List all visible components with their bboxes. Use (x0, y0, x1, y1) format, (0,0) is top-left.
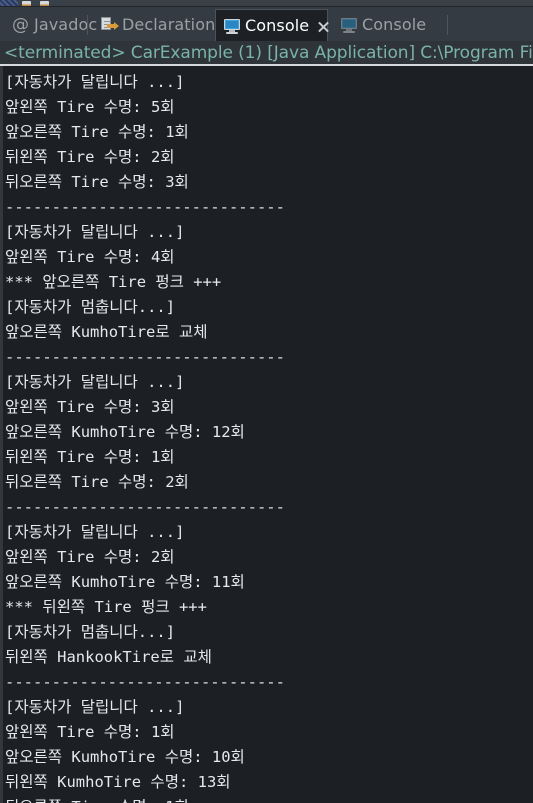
console-line: 뒤왼쪽 Tire 수명: 2회 (5, 148, 175, 166)
console-line: [자동차가 달립니다 ...] (5, 373, 185, 391)
javadoc-icon: @ (12, 14, 29, 35)
console-icon (224, 18, 240, 34)
console-line: 뒤왼쪽 KumhoTire 수명: 13회 (5, 773, 231, 791)
console-line: *** 뒤왼쪽 Tire 펑크 +++ (5, 598, 207, 616)
console-line: [자동차가 멈춥니다...] (5, 623, 176, 641)
toolbar-strip (0, 0, 533, 7)
console-line: [자동차가 달립니다 ...] (5, 523, 185, 541)
launch-configuration-bar: <terminated> CarExample (1) [Java Applic… (0, 41, 533, 65)
console-separator-line: ------------------------------ (5, 498, 285, 516)
tab-declaration[interactable]: Declaration (92, 9, 223, 41)
console-line: [자동차가 달립니다 ...] (5, 698, 185, 716)
console-line-list: [자동차가 달립니다 ...] 앞왼쪽 Tire 수명: 5회앞오른쪽 Tire … (3, 66, 533, 803)
console-line: 앞왼쪽 Tire 수명: 2회 (5, 548, 175, 566)
tab-console-secondary-label: Console (362, 15, 427, 34)
tab-console-secondary[interactable]: Console (333, 9, 434, 41)
console-line: 뒤오른쪽 Tire 수명: 1회 (5, 795, 533, 803)
view-tab-bar: @ Javadoc Declaration Console Console (0, 7, 533, 42)
console-line: [자동차가 달립니다 ...] (5, 73, 185, 91)
console-line: 앞오른쪽 KumhoTire로 교체 (5, 323, 208, 341)
tab-javadoc[interactable]: @ Javadoc (4, 9, 105, 41)
console-line: 앞왼쪽 Tire 수명: 1회 (5, 723, 175, 741)
console-output-area[interactable]: [자동차가 달립니다 ...] 앞왼쪽 Tire 수명: 5회앞오른쪽 Tire … (0, 66, 533, 803)
tab-console-label: Console (245, 16, 310, 35)
console-line: 뒤오른쪽 Tire 수명: 3회 (5, 173, 189, 191)
console-line: 앞오른쪽 KumhoTire 수명: 11회 (5, 573, 245, 591)
launch-configuration-label: <terminated> CarExample (1) [Java Applic… (4, 42, 533, 63)
console-separator-line: ------------------------------ (5, 348, 285, 366)
console-line: [자동차가 달립니다 ...] (5, 223, 185, 241)
console-line: 앞왼쪽 Tire 수명: 3회 (5, 398, 175, 416)
close-icon[interactable] (317, 20, 330, 33)
tab-declaration-label: Declaration (122, 15, 216, 34)
declaration-icon (100, 17, 119, 33)
tab-divider-1 (87, 15, 88, 35)
console-line: 앞오른쪽 KumhoTire 수명: 10회 (5, 748, 245, 766)
console-line: 뒤왼쪽 Tire 수명: 1회 (5, 448, 175, 466)
console-line: 뒤오른쪽 Tire 수명: 2회 (5, 473, 189, 491)
console-line: 앞오른쪽 Tire 수명: 1회 (5, 123, 189, 141)
console-separator-line: ------------------------------ (5, 673, 285, 691)
console-line: 앞오른쪽 KumhoTire 수명: 12회 (5, 423, 245, 441)
console-separator-line: ------------------------------ (5, 198, 285, 216)
console-line: *** 앞오른쪽 Tire 펑크 +++ (5, 273, 222, 291)
console-line: 앞왼쪽 Tire 수명: 4회 (5, 248, 175, 266)
console-line: [자동차가 멈춥니다...] (5, 298, 176, 316)
tab-console-active[interactable]: Console (215, 9, 328, 42)
console-icon (341, 17, 357, 33)
console-line: 앞왼쪽 Tire 수명: 5회 (5, 98, 175, 116)
tab-divider-2 (447, 15, 448, 35)
console-line: 뒤왼쪽 HankookTire로 교체 (5, 648, 212, 666)
